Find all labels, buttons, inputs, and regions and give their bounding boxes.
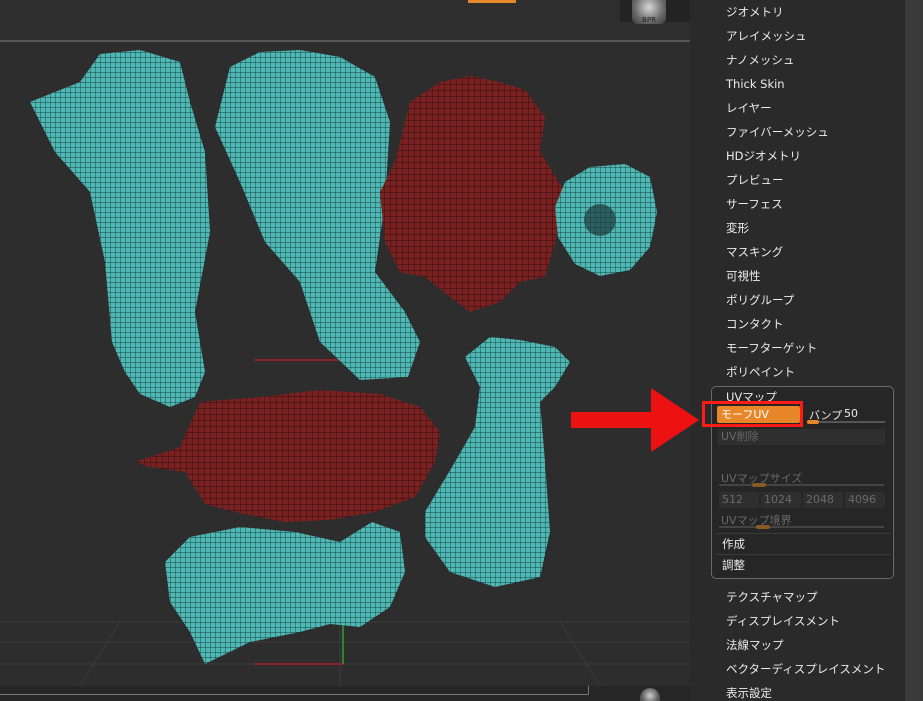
menu-vector-displacement[interactable]: ベクターディスプレイスメント (726, 661, 885, 677)
subpalette-divider (716, 554, 891, 555)
menu-nano-mesh[interactable]: ナノメッシュ (726, 52, 794, 68)
menu-array-mesh[interactable]: アレイメッシュ (726, 28, 807, 44)
horizontal-scrollbar[interactable] (0, 686, 589, 695)
create-subpalette[interactable]: 作成 (722, 536, 745, 552)
bump-value: 50 (844, 407, 858, 420)
menu-polygroups[interactable]: ポリグループ (726, 292, 794, 308)
menu-display-properties[interactable]: 表示設定 (726, 685, 772, 701)
menu-displacement[interactable]: ディスプレイスメント (726, 613, 840, 629)
menu-layers[interactable]: レイヤー (726, 100, 772, 116)
adjust-subpalette[interactable]: 調整 (722, 557, 745, 573)
palette-scroll-strip[interactable] (905, 0, 923, 701)
bpr-label: BPR (642, 16, 656, 24)
uv-island-arm-bottom (165, 522, 405, 664)
red-arrow-annotation (571, 388, 699, 452)
menu-polypaint[interactable]: ポリペイント (726, 364, 795, 380)
menu-geometry[interactable]: ジオメトリ (726, 4, 784, 20)
menu-texture-map[interactable]: テクスチャマップ (726, 589, 818, 605)
highlight-annotation-box (702, 401, 803, 427)
uv-viewport[interactable] (0, 42, 690, 686)
menu-fibermesh[interactable]: ファイバーメッシュ (726, 124, 829, 140)
active-tab-indicator (468, 0, 516, 3)
menu-morph-target[interactable]: モーフターゲット (726, 340, 817, 356)
menu-masking[interactable]: マスキング (726, 244, 783, 260)
uv-island-left-leg (30, 50, 210, 407)
uv-delete-button[interactable]: UV削除 (718, 429, 885, 445)
uv-map-border-slider-knob[interactable] (756, 525, 770, 529)
size-2048-button[interactable]: 2048 (803, 492, 843, 508)
size-512-button[interactable]: 512 (719, 492, 759, 508)
menu-contact[interactable]: コンタクト (726, 316, 784, 332)
uv-layout-canvas (0, 50, 690, 686)
uv-map-border-slider[interactable] (719, 526, 884, 528)
uv-island-torso-upper (380, 76, 565, 312)
size-1024-button[interactable]: 1024 (761, 492, 801, 508)
menu-surface[interactable]: サーフェス (726, 196, 783, 212)
top-toolbar (0, 0, 690, 42)
floor-grid (0, 621, 690, 686)
uv-island-torso-lower (135, 390, 440, 522)
size-4096-button[interactable]: 4096 (845, 492, 885, 508)
uv-island-arm-right (425, 337, 570, 587)
bump-slider-knob[interactable] (807, 420, 819, 424)
menu-thick-skin[interactable]: Thick Skin (726, 77, 785, 91)
subpalette-divider (716, 533, 891, 534)
menu-hd-geometry[interactable]: HDジオメトリ (726, 148, 801, 164)
uv-map-size-slider[interactable] (719, 484, 884, 486)
menu-visibility[interactable]: 可視性 (726, 268, 761, 284)
menu-preview[interactable]: プレビュー (726, 172, 784, 188)
menu-deformation[interactable]: 変形 (726, 220, 749, 236)
menu-normal-map[interactable]: 法線マップ (726, 637, 784, 653)
bpr-render-button[interactable]: BPR (632, 0, 666, 24)
material-sphere-icon[interactable] (640, 688, 660, 701)
uv-map-size-slider-knob[interactable] (752, 483, 766, 487)
